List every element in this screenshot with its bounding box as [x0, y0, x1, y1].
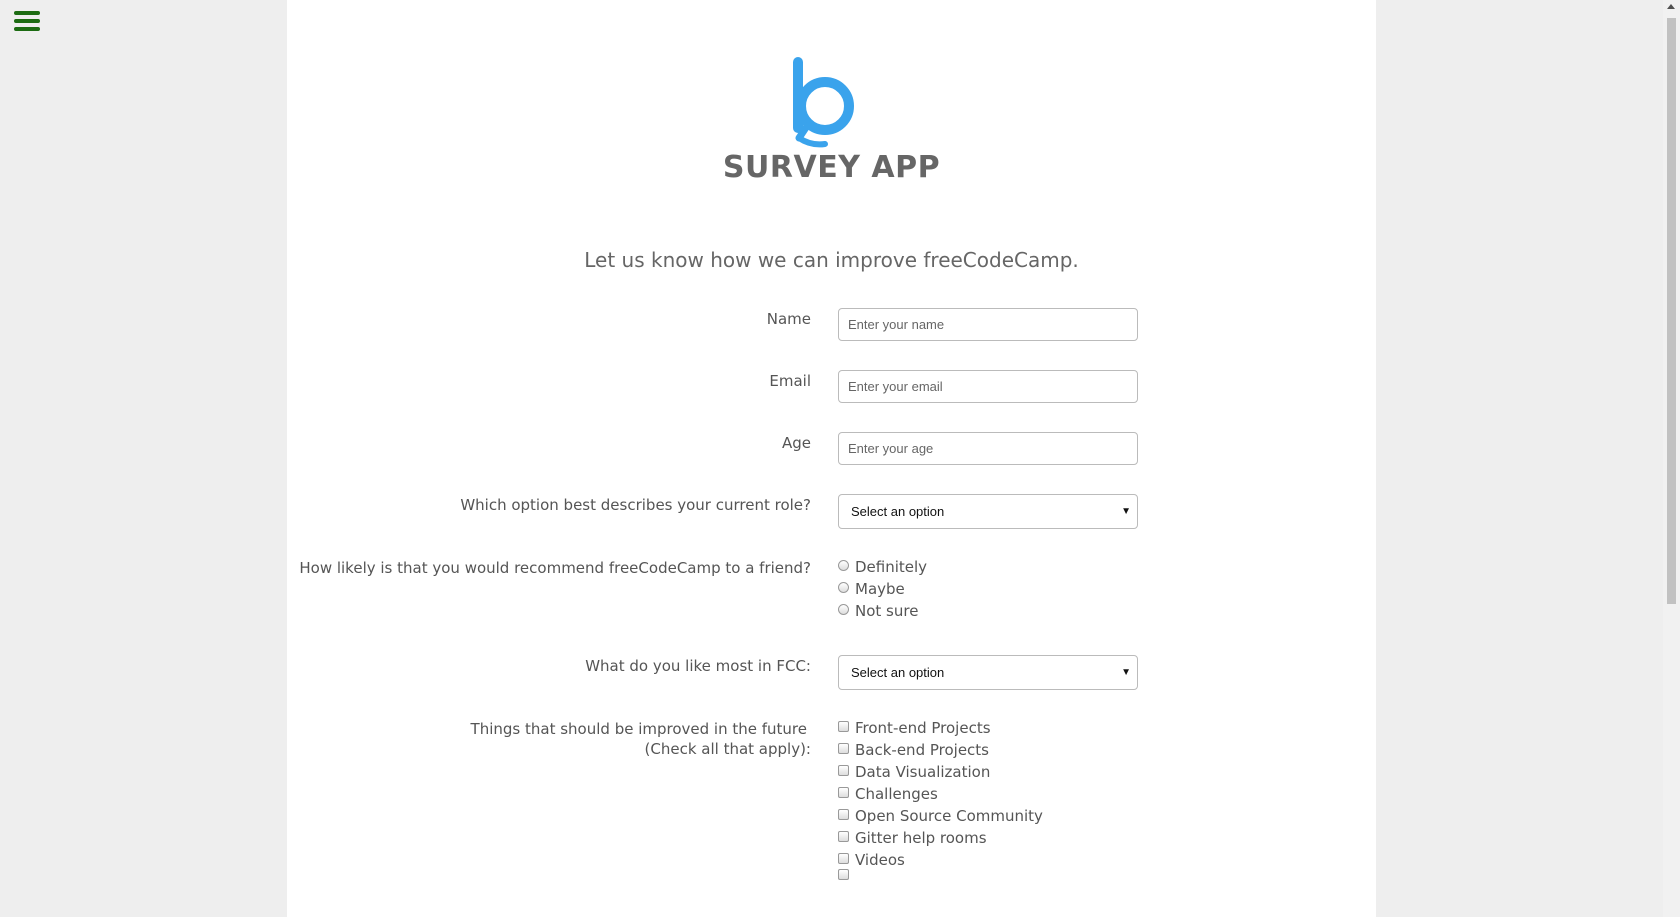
- dropdown-caret-icon: ▼: [1121, 506, 1131, 517]
- app-logo-icon: [793, 57, 854, 148]
- recommend-option[interactable]: Definitely: [838, 557, 927, 577]
- checkbox-label: Back-end Projects: [855, 741, 989, 759]
- checkbox[interactable]: [838, 787, 849, 798]
- radio-label: Maybe: [855, 580, 905, 598]
- recommend-option[interactable]: Not sure: [838, 601, 918, 621]
- age-input[interactable]: [838, 432, 1138, 465]
- checkbox-label: Front-end Projects: [855, 719, 991, 737]
- page-scrollbar[interactable]: [1663, 0, 1680, 917]
- email-input[interactable]: [838, 370, 1138, 403]
- recommend-option[interactable]: Maybe: [838, 579, 905, 599]
- improve-label-line1: Things that should be improved in the fu…: [470, 720, 807, 738]
- checkbox[interactable]: [838, 869, 849, 880]
- app-title: SURVEY APP: [722, 150, 941, 185]
- dropdown-caret-icon: ▼: [1121, 667, 1131, 678]
- checkbox-label: Data Visualization: [855, 763, 991, 781]
- name-input[interactable]: [838, 308, 1138, 341]
- radio-button[interactable]: [838, 604, 849, 615]
- improve-option[interactable]: [838, 869, 855, 880]
- improve-option[interactable]: Front-end Projects: [838, 718, 991, 738]
- improve-option[interactable]: Videos: [838, 850, 905, 870]
- scroll-up-arrow-icon[interactable]: [1667, 4, 1675, 9]
- checkbox-label: Gitter help rooms: [855, 829, 987, 847]
- survey-description: Let us know how we can improve freeCodeC…: [584, 248, 1079, 272]
- survey-card: SURVEY APP Let us know how we can improv…: [287, 0, 1376, 917]
- checkbox-label: Videos: [855, 851, 905, 869]
- menu-bar: [14, 19, 40, 23]
- like-most-selected-value: Select an option: [851, 665, 945, 680]
- age-label: Age: [781, 434, 811, 452]
- improve-option[interactable]: Back-end Projects: [838, 740, 989, 760]
- menu-bar: [14, 27, 40, 31]
- email-label: Email: [769, 372, 811, 390]
- checkbox[interactable]: [838, 721, 849, 732]
- improve-option[interactable]: Challenges: [838, 784, 938, 804]
- role-selected-value: Select an option: [851, 504, 945, 519]
- improve-option[interactable]: Data Visualization: [838, 762, 990, 782]
- menu-bar: [14, 11, 40, 15]
- hamburger-menu-icon[interactable]: [14, 11, 40, 35]
- radio-label: Not sure: [855, 602, 919, 620]
- like-most-dropdown[interactable]: Select an option ▼: [838, 655, 1138, 690]
- checkbox[interactable]: [838, 831, 849, 842]
- scrollbar-thumb[interactable]: [1667, 18, 1676, 604]
- checkbox[interactable]: [838, 765, 849, 776]
- like-most-label: What do you like most in FCC:: [585, 657, 811, 675]
- recommend-label: How likely is that you would recommend f…: [299, 559, 811, 577]
- role-label: Which option best describes your current…: [460, 496, 811, 514]
- checkbox-label: Challenges: [855, 785, 938, 803]
- radio-button[interactable]: [838, 560, 849, 571]
- checkbox[interactable]: [838, 809, 849, 820]
- improve-label-line2: (Check all that apply):: [644, 740, 811, 758]
- radio-button[interactable]: [838, 582, 849, 593]
- radio-label: Definitely: [855, 558, 928, 576]
- name-label: Name: [766, 310, 811, 328]
- checkbox[interactable]: [838, 853, 849, 864]
- improve-option[interactable]: Gitter help rooms: [838, 828, 987, 848]
- checkbox-label: Open Source Community: [855, 807, 1043, 825]
- improve-option[interactable]: Open Source Community: [838, 806, 1043, 826]
- role-dropdown[interactable]: Select an option ▼: [838, 494, 1138, 529]
- checkbox[interactable]: [838, 743, 849, 754]
